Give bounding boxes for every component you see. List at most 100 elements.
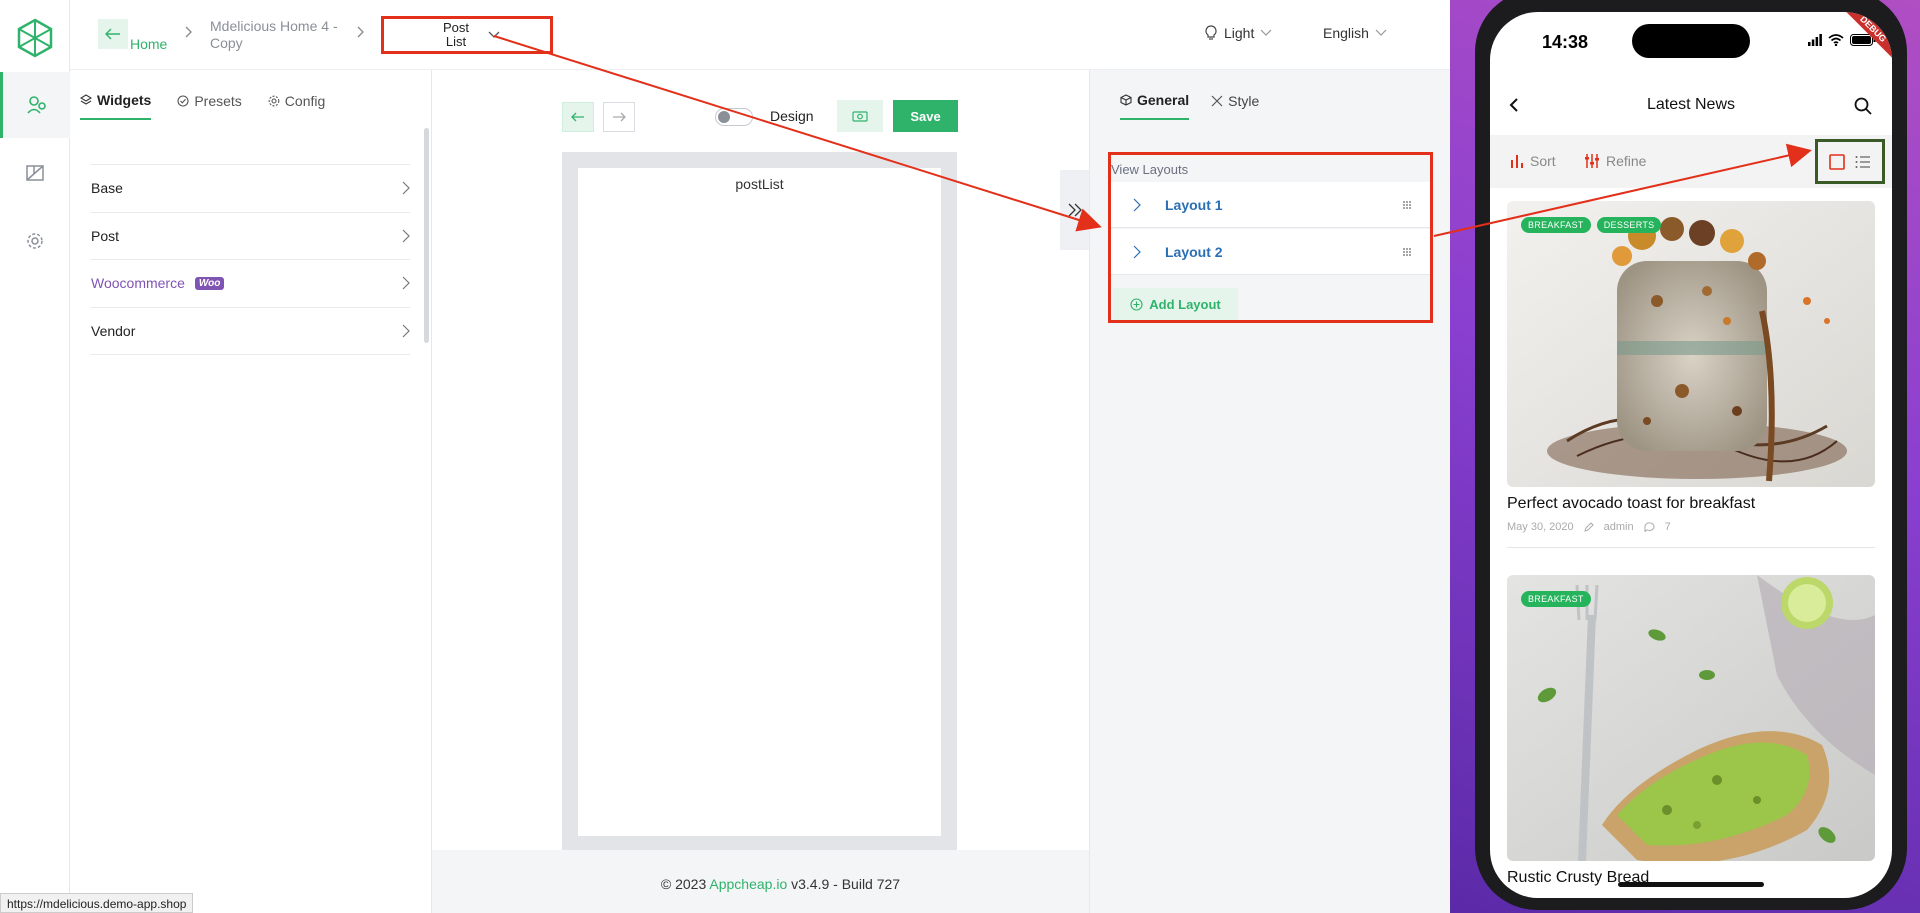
lightbulb-icon: [1205, 25, 1217, 40]
status-bar-url: https://mdelicious.demo-app.shop: [0, 893, 194, 913]
tab-config-label: Config: [284, 93, 326, 109]
theme-select-value: Light: [1224, 25, 1255, 41]
save-button[interactable]: Save: [893, 100, 958, 132]
footer-copyright: © 2023: [660, 876, 707, 892]
rail-item-builder[interactable]: [0, 72, 70, 138]
cube-icon: [1120, 94, 1132, 106]
post-tag[interactable]: BREAKFAST: [1521, 591, 1591, 607]
camera-icon: [852, 111, 868, 122]
widget-category-post[interactable]: Post: [90, 213, 410, 260]
tab-style-label: Style: [1228, 93, 1260, 109]
undo-button[interactable]: [562, 102, 594, 132]
post-tag[interactable]: DESSERTS: [1596, 217, 1662, 233]
rail-item-pages[interactable]: [0, 140, 70, 206]
design-canvas: Design Save postList © 2023 Appcheap.io …: [432, 70, 1089, 913]
post-meta: May 30, 2020 admin 7: [1507, 521, 1875, 533]
drag-handle-icon[interactable]: [1402, 200, 1412, 210]
refine-label: Refine: [1606, 153, 1647, 169]
screen-name-label: postList: [735, 176, 784, 192]
settings-panel: General Style View Layouts Layout 1 Layo…: [1089, 70, 1450, 913]
chevron-right-icon: [402, 324, 410, 338]
layout-item-label: Layout 2: [1165, 243, 1223, 260]
arrow-right-icon: [613, 112, 626, 122]
widgets-scrollbar[interactable]: [424, 128, 429, 343]
add-layout-label: Add Layout: [1149, 296, 1221, 312]
widget-category-base[interactable]: Base: [90, 165, 410, 213]
list-view-icon[interactable]: [1855, 155, 1871, 169]
post-tags: BREAKFAST DESSERTS: [1521, 217, 1662, 233]
search-icon[interactable]: [1854, 97, 1872, 115]
widget-category-list: Base Post Woocommerce Woo Vendor: [90, 164, 410, 355]
breadcrumb-project[interactable]: Mdelicious Home 4 - Copy: [210, 18, 350, 52]
breadcrumb-home-link[interactable]: Home: [130, 36, 167, 52]
screenshot-button[interactable]: [837, 100, 883, 132]
bar-chart-icon: [1511, 155, 1523, 168]
widget-category-label: Vendor: [91, 322, 136, 339]
sliders-icon: [1585, 154, 1599, 168]
tab-widgets[interactable]: Widgets: [80, 92, 152, 120]
screen-select-value: Post List: [442, 20, 469, 49]
language-select[interactable]: English: [1323, 25, 1387, 41]
chevrons-right-icon: [1068, 203, 1082, 217]
tab-general[interactable]: General: [1120, 92, 1190, 120]
post-comment-count: 7: [1664, 521, 1671, 533]
sort-button[interactable]: Sort: [1510, 153, 1556, 169]
footer: © 2023 Appcheap.io v3.4.9 - Build 727: [432, 876, 1089, 892]
chevron-right-icon: [185, 26, 192, 38]
post-tags: BREAKFAST: [1521, 591, 1591, 607]
tab-style[interactable]: Style: [1211, 92, 1259, 120]
icon-rail: [0, 0, 70, 913]
layout-item-1[interactable]: Layout 1: [1111, 182, 1430, 228]
tab-presets[interactable]: Presets: [177, 92, 242, 120]
chevron-down-icon: [1260, 29, 1272, 36]
footer-brand-link[interactable]: Appcheap.io: [709, 876, 787, 892]
post-card[interactable]: BREAKFAST Rustic Crusty Bread: [1507, 575, 1875, 887]
dynamic-island: [1632, 24, 1750, 58]
tab-config[interactable]: Config: [268, 92, 325, 120]
refine-button[interactable]: Refine: [1584, 153, 1646, 169]
screen-select-dropdown[interactable]: Post List: [381, 16, 553, 54]
granola-jar-photo: [1507, 201, 1875, 487]
chevron-right-icon: [357, 26, 364, 38]
post-image: BREAKFAST: [1507, 575, 1875, 861]
design-mode-toggle[interactable]: [715, 108, 753, 126]
grid-view-icon[interactable]: [1828, 153, 1845, 170]
back-home-button[interactable]: [98, 19, 128, 49]
view-layouts-section: View Layouts Layout 1 Layout 2 Add Layou…: [1108, 152, 1433, 323]
phone-status-icons: [1808, 34, 1876, 46]
theme-select[interactable]: Light: [1204, 25, 1272, 41]
device-preview-screen[interactable]: postList: [578, 168, 941, 836]
chevron-down-icon: [488, 31, 500, 38]
device-preview-frame: postList: [562, 152, 957, 850]
footer-version: v3.4.9 - Build 727: [791, 876, 901, 892]
post-tag[interactable]: BREAKFAST: [1521, 217, 1591, 233]
post-card[interactable]: BREAKFAST DESSERTS Perfect avocado toast…: [1507, 201, 1875, 548]
rail-item-settings[interactable]: [0, 208, 70, 274]
tab-general-label: General: [1137, 92, 1190, 108]
add-layout-button[interactable]: Add Layout: [1113, 288, 1238, 320]
phone-screen-title: Latest News: [1646, 96, 1736, 113]
view-layouts-title: View Layouts: [1111, 162, 1189, 177]
top-header: Home Mdelicious Home 4 - Copy Post List …: [70, 0, 1450, 70]
pen-icon: [1583, 522, 1594, 532]
chevron-down-icon: [1375, 29, 1387, 36]
phone-time: 14:38: [1542, 32, 1589, 52]
drag-handle-icon[interactable]: [1402, 247, 1412, 257]
avocado-toast-photo: [1507, 575, 1875, 861]
chevron-right-icon: [402, 181, 410, 195]
signal-icon: [1808, 34, 1822, 46]
widget-category-vendor[interactable]: Vendor: [90, 308, 410, 355]
chevron-right-icon: [402, 229, 410, 243]
app-logo-icon[interactable]: [17, 18, 53, 58]
widgets-panel-tabs: Widgets Presets Config: [80, 92, 325, 120]
post-divider: [1507, 547, 1875, 548]
canvas-area: Design Save postList: [432, 70, 1089, 850]
redo-button[interactable]: [603, 102, 635, 132]
widget-category-label: Post: [91, 227, 120, 244]
design-mode-label: Design: [770, 108, 814, 124]
post-title[interactable]: Perfect avocado toast for breakfast: [1507, 495, 1875, 513]
post-date: May 30, 2020: [1507, 521, 1574, 533]
layout-item-2[interactable]: Layout 2: [1111, 229, 1430, 275]
widget-category-woocommerce[interactable]: Woocommerce Woo: [90, 260, 410, 308]
collapse-panel-button[interactable]: [1060, 170, 1089, 250]
